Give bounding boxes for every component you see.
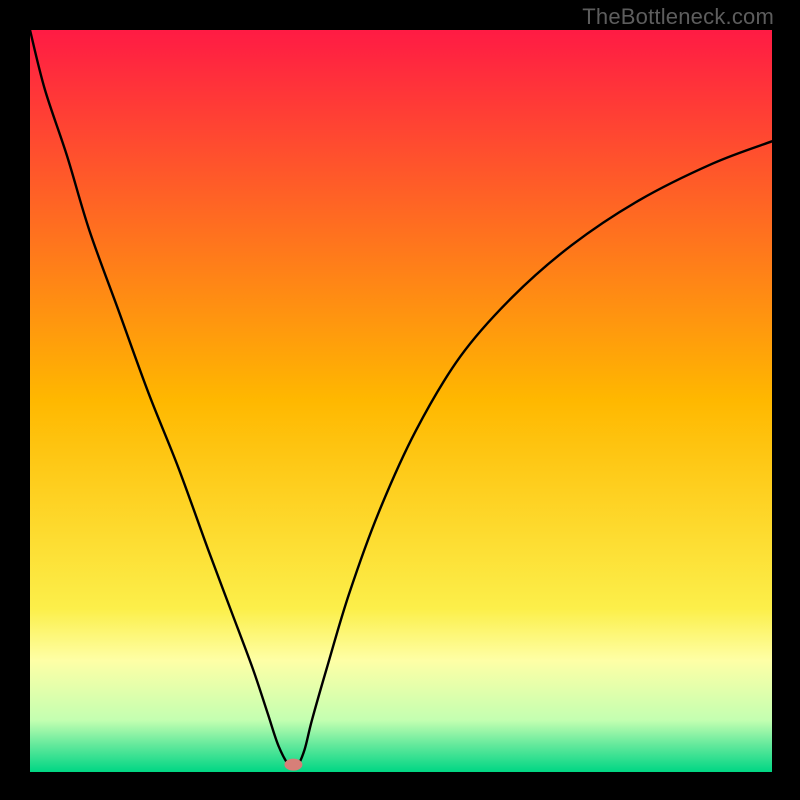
chart-area xyxy=(30,30,772,772)
chart-svg xyxy=(30,30,772,772)
stage: TheBottleneck.com xyxy=(0,0,800,800)
watermark-text: TheBottleneck.com xyxy=(582,4,774,30)
gradient-background xyxy=(30,30,772,772)
optimal-point-marker xyxy=(284,759,302,771)
